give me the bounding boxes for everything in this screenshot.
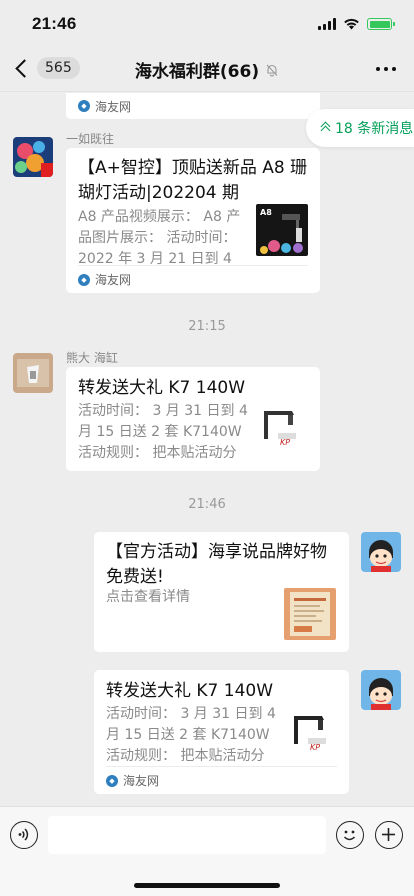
sender-name: 熊大 海缸: [66, 351, 118, 365]
svg-text:KP: KP: [280, 438, 290, 447]
avatar[interactable]: [13, 137, 53, 177]
sender-name: 一如既往: [66, 132, 115, 146]
add-more-icon[interactable]: [375, 821, 403, 849]
double-chevron-up-icon: [320, 121, 331, 135]
source-logo-icon: ◆: [78, 100, 90, 112]
home-indicator[interactable]: [134, 883, 280, 888]
message-card[interactable]: 转发送大礼 K7 140W 活动时间： 3 月 31 日到 4 月 15 日送 …: [66, 367, 320, 471]
card-source: ◆ 海友网: [78, 93, 308, 119]
card-title: 【A+智控】顶贴送新品 A8 珊瑚灯活动|202204 期: [78, 158, 308, 203]
chat-title-text: 海水福利群(66): [134, 62, 260, 82]
input-bar: [0, 806, 414, 896]
source-name: 海友网: [95, 273, 132, 287]
card-description: 活动时间： 3 月 31 日到 4 月 15 日送 2 套 K7140W 活动规…: [106, 706, 276, 764]
card-description: 点击查看详情: [106, 589, 190, 605]
cellular-signal-icon: [318, 18, 336, 30]
unread-count-badge: 565: [37, 57, 80, 79]
message-card[interactable]: 【官方活动】海享说品牌好物免费送! 点击查看详情: [94, 532, 349, 652]
status-time: 21:46: [32, 14, 77, 33]
card-thumbnail: A8: [256, 204, 308, 256]
voice-input-icon[interactable]: [10, 821, 38, 849]
avatar[interactable]: [13, 353, 53, 393]
source-logo-icon: ◆: [106, 774, 118, 787]
emoji-icon[interactable]: [336, 821, 364, 849]
source-name: 海友网: [123, 774, 160, 788]
message-card[interactable]: 【A+智控】顶贴送新品 A8 珊瑚灯活动|202204 期 A8 产品视频展示：…: [66, 148, 320, 293]
status-icons: [318, 18, 395, 30]
chat-messages[interactable]: ◆ 海友网 一如既往 【A+智控】顶贴送新品 A8 珊瑚灯活动|202204 期…: [0, 93, 414, 806]
card-title: 【官方活动】海享说品牌好物免费送!: [106, 542, 327, 587]
avatar[interactable]: [361, 532, 401, 572]
new-messages-label: 18 条新消息: [335, 121, 414, 137]
card-description: 活动时间： 3 月 31 日到 4 月 15 日送 2 套 K7140W 活动规…: [78, 403, 248, 461]
message-card-partial[interactable]: ◆ 海友网: [66, 93, 320, 119]
card-source: ◆ 海友网: [78, 265, 308, 293]
back-chevron-icon: [15, 58, 34, 78]
status-bar: 21:46: [0, 0, 414, 48]
svg-text:KP: KP: [310, 743, 320, 752]
card-description: A8 产品视频展示： A8 产品图片展示： 活动时间： 2022 年 3 月 2…: [78, 209, 241, 267]
time-separator: 21:15: [188, 319, 226, 334]
source-logo-icon: ◆: [78, 273, 90, 286]
card-source: ◆ 海友网: [106, 766, 337, 794]
back-button[interactable]: 565: [12, 57, 80, 79]
battery-icon: [367, 18, 395, 30]
mute-bell-icon: [266, 64, 278, 76]
card-thumbnail: KP: [288, 708, 336, 756]
card-title: 转发送大礼 K7 140W: [78, 378, 246, 398]
nav-bar: 565 海水福利群(66): [0, 48, 414, 92]
wifi-icon: [344, 18, 359, 30]
new-messages-button[interactable]: 18 条新消息: [306, 109, 414, 147]
card-thumbnail: [284, 588, 336, 640]
source-name: 海友网: [95, 99, 132, 114]
message-card[interactable]: 转发送大礼 K7 140W 活动时间： 3 月 31 日到 4 月 15 日送 …: [94, 670, 349, 794]
chat-title: 海水福利群(66): [135, 57, 279, 82]
time-separator: 21:46: [188, 497, 226, 512]
card-title: 转发送大礼 K7 140W: [106, 681, 274, 701]
avatar[interactable]: [361, 670, 401, 710]
card-thumbnail: KP: [258, 403, 306, 451]
more-options-icon[interactable]: [376, 67, 396, 71]
message-input[interactable]: [48, 816, 326, 854]
